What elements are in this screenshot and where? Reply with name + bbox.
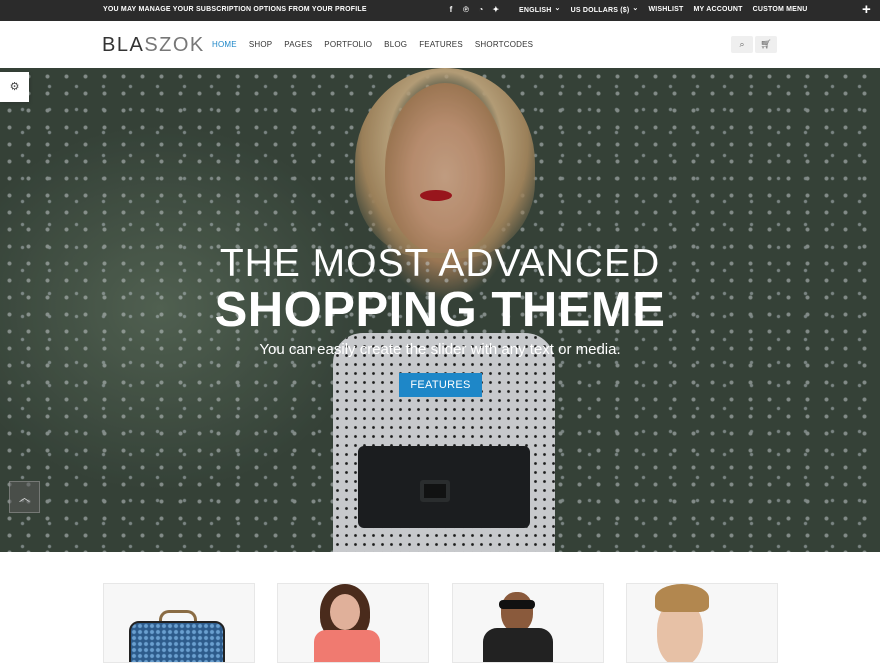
- my-account-link[interactable]: MY ACCOUNT: [694, 6, 743, 14]
- cart-button[interactable]: 🛒︎: [755, 36, 777, 53]
- product-card-purse[interactable]: [103, 583, 255, 663]
- language-dropdown[interactable]: ENGLISH: [519, 6, 561, 14]
- site-header: BLASZOK HOME SHOP PAGES PORTFOLIO BLOG F…: [0, 21, 880, 68]
- nav-shortcodes[interactable]: SHORTCODES: [475, 40, 533, 49]
- search-icon: ⌕: [739, 39, 745, 49]
- product-card-man[interactable]: [626, 583, 778, 663]
- currency-dropdown[interactable]: US DOLLARS ($): [571, 6, 639, 14]
- search-button[interactable]: ⌕: [731, 36, 753, 53]
- plus-icon[interactable]: +: [862, 2, 871, 17]
- hero-title-line1: THE MOST ADVANCED: [219, 242, 661, 285]
- nav-features[interactable]: FEATURES: [419, 40, 463, 49]
- rss-icon[interactable]: ◔: [477, 5, 485, 14]
- sunglasses: [499, 600, 535, 609]
- gear-icon: ⚙: [9, 81, 20, 93]
- settings-panel-toggle[interactable]: ⚙: [0, 72, 29, 102]
- features-button[interactable]: FEATURES: [399, 373, 482, 397]
- nav-blog[interactable]: BLOG: [384, 40, 407, 49]
- social-links: f ℗ ◔ ✦: [447, 5, 500, 14]
- nav-shop[interactable]: SHOP: [249, 40, 272, 49]
- hero-title-line2: SHOPPING THEME: [214, 283, 666, 337]
- man-sunglasses-image: [501, 592, 533, 632]
- product-row: [0, 552, 880, 663]
- subscription-notice: YOU MAY MANAGE YOUR SUBSCRIPTION OPTIONS…: [103, 6, 367, 13]
- wishlist-link[interactable]: WISHLIST: [648, 6, 683, 14]
- main-nav: HOME SHOP PAGES PORTFOLIO BLOG FEATURES …: [212, 40, 533, 49]
- pinterest-icon[interactable]: ℗: [462, 5, 470, 14]
- hero-slider: THE MOST ADVANCED SHOPPING THEME You can…: [0, 68, 880, 552]
- woman-model-image: [330, 594, 360, 630]
- twitter-icon[interactable]: ✦: [492, 5, 500, 14]
- woman-top: [314, 630, 380, 662]
- facebook-icon[interactable]: f: [447, 5, 455, 14]
- top-bar: YOU MAY MANAGE YOUR SUBSCRIPTION OPTIONS…: [0, 0, 880, 21]
- purse-image: [129, 621, 225, 662]
- product-card-man-sunglasses[interactable]: [452, 583, 604, 663]
- scroll-up-button[interactable]: ︿: [9, 481, 40, 513]
- logo-text-light: SZOK: [144, 34, 205, 56]
- cart-icon: 🛒︎: [760, 39, 772, 49]
- custom-menu-link[interactable]: CUSTOM MENU: [753, 6, 808, 14]
- chevron-up-icon: ︿: [19, 492, 30, 504]
- man-hair: [655, 584, 709, 612]
- hero-subtitle: You can easily create the slider with an…: [259, 341, 621, 358]
- nav-portfolio[interactable]: PORTFOLIO: [324, 40, 372, 49]
- logo-text-dark: BLA: [102, 34, 145, 56]
- site-logo[interactable]: BLASZOK: [102, 34, 205, 57]
- product-card-woman[interactable]: [277, 583, 429, 663]
- top-menu: ENGLISH US DOLLARS ($) WISHLIST MY ACCOU…: [519, 6, 808, 14]
- leather-jacket: [483, 628, 553, 662]
- nav-home[interactable]: HOME: [212, 40, 237, 49]
- nav-pages[interactable]: PAGES: [284, 40, 312, 49]
